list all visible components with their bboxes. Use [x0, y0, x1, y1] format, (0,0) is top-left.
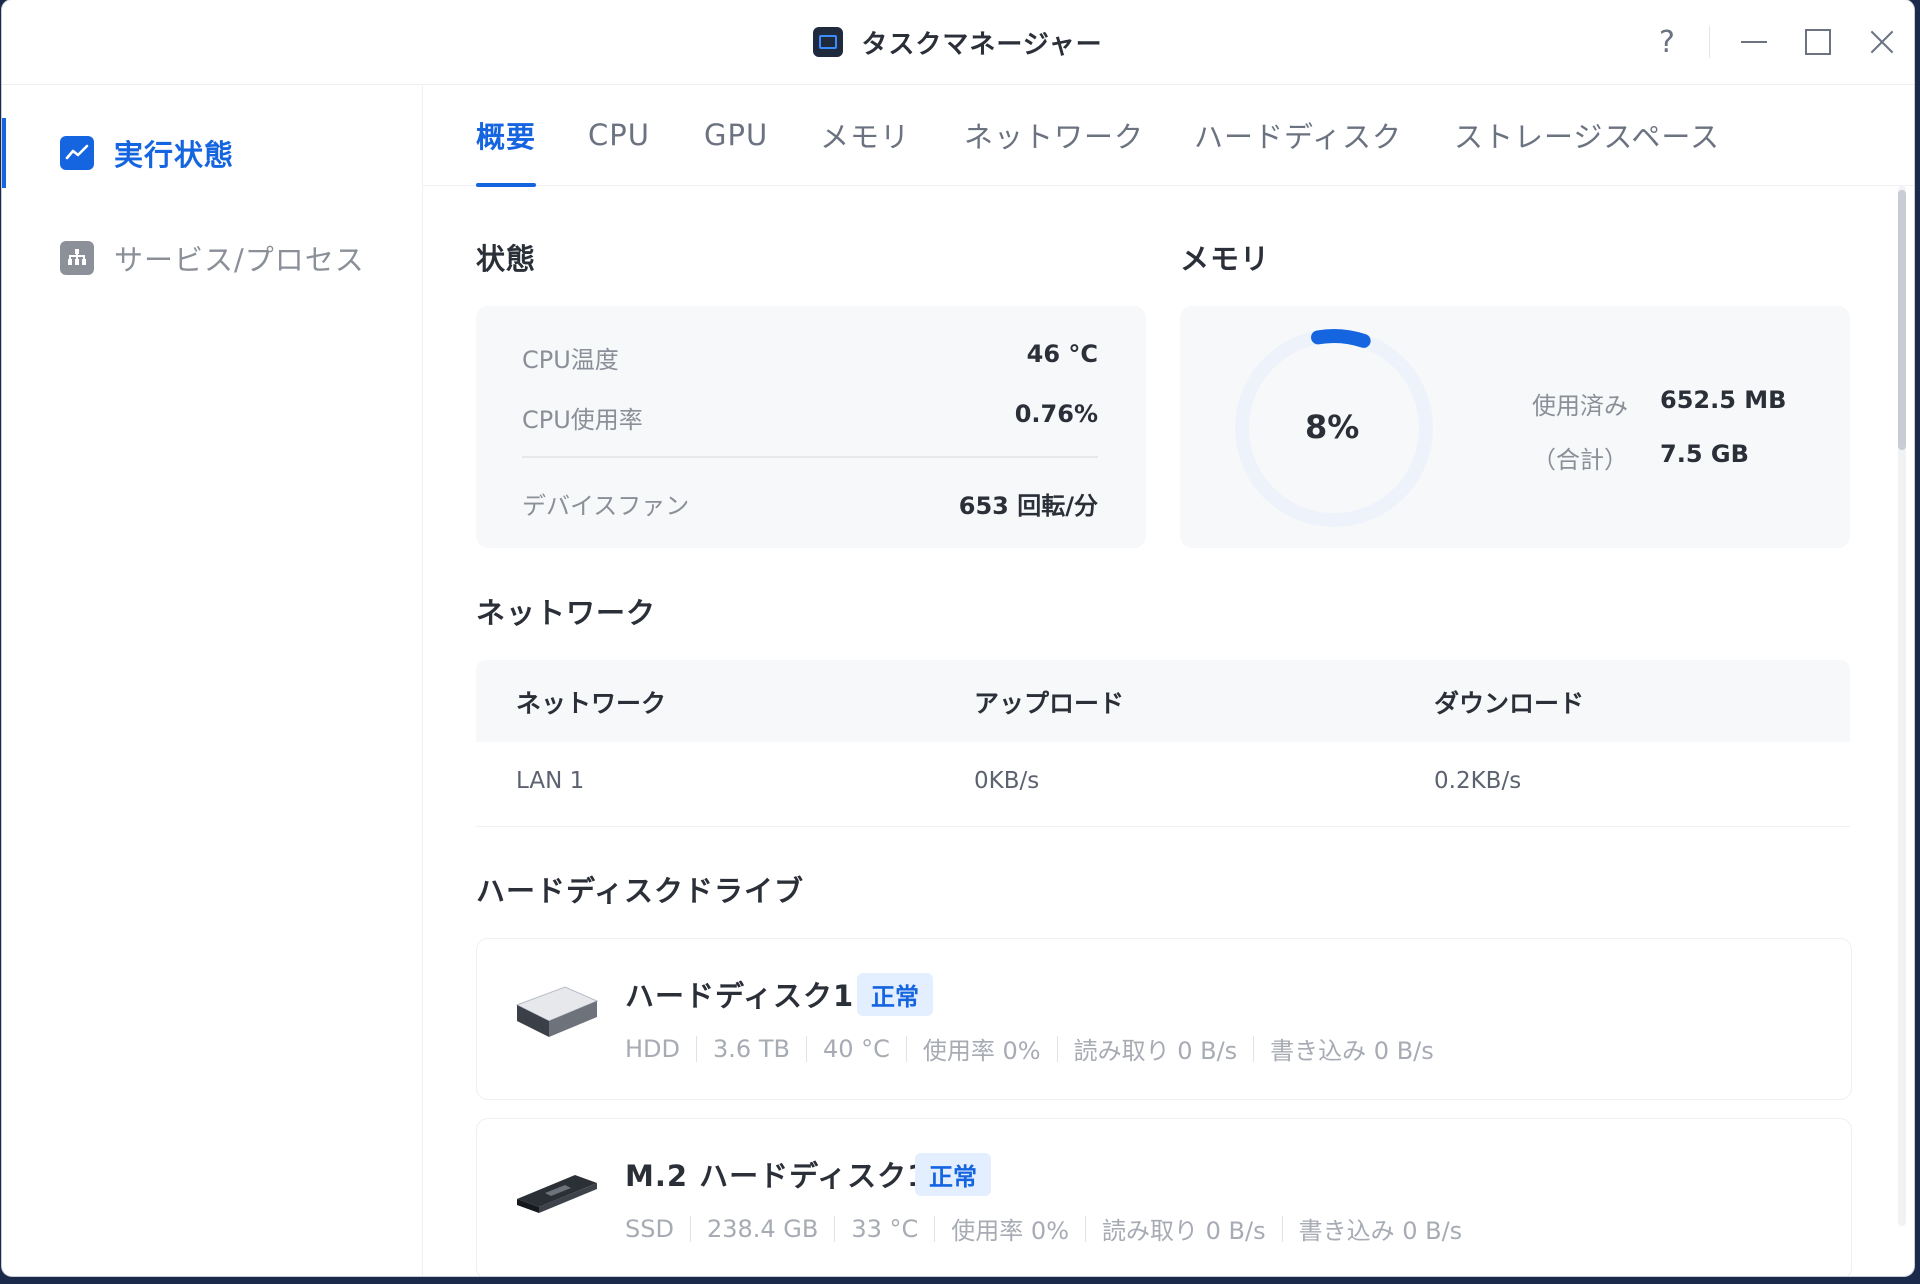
close-icon	[1870, 30, 1894, 54]
tab-memory[interactable]: メモリ	[820, 85, 910, 185]
download-column-header: ダウンロード	[1434, 689, 1585, 718]
cpu-usage-value: 0.76%	[1014, 400, 1098, 428]
disk-size: 238.4 GB	[706, 1214, 819, 1243]
window-controls: ?	[1635, 0, 1914, 84]
cpu-usage-label: CPU使用率	[522, 406, 643, 434]
disk-read: 読み取り 0 B/s	[1073, 1037, 1238, 1065]
disk-card-hdd[interactable]: ハードディスク1 正常 HDD 3.6 TB 40 °C 使用率 0% 読み取り…	[476, 938, 1852, 1100]
disk-usage: 使用率 0%	[922, 1037, 1041, 1065]
meta-separator	[934, 1215, 936, 1242]
sidebar-item-label: サービス/プロセス	[114, 243, 365, 277]
disk-type: HDD	[625, 1034, 681, 1063]
status-badge: 正常	[857, 973, 933, 1016]
ssd-icon	[517, 1175, 597, 1213]
memory-used-label: 使用済み	[1532, 392, 1628, 420]
meta-separator	[1253, 1035, 1255, 1062]
meta-separator	[689, 1215, 691, 1242]
disk-read: 読み取り 0 B/s	[1102, 1217, 1266, 1245]
meta-separator	[1056, 1035, 1058, 1062]
tab-storage-space[interactable]: ストレージスペース	[1454, 85, 1720, 185]
disk-temp: 33 °C	[851, 1214, 919, 1243]
memory-total-value: 7.5 GB	[1660, 440, 1749, 468]
sidebar-item-running-status[interactable]: 実行状態	[2, 118, 422, 188]
disk-temp: 40 °C	[822, 1034, 890, 1063]
upload-column-header: アップロード	[974, 689, 1125, 718]
tab-overview[interactable]: 概要	[476, 85, 537, 187]
disk-name: ハードディスク1	[625, 979, 855, 1013]
meta-separator	[696, 1035, 698, 1062]
status-divider	[522, 456, 1098, 458]
upload-speed-cell: 0KB/s	[974, 768, 1040, 794]
network-interface-cell: LAN 1	[516, 768, 585, 794]
network-column-header: ネットワーク	[516, 689, 667, 718]
tab-bar: 概要 CPU GPU メモリ ネットワーク ハードディスク ストレージスペース	[422, 85, 1914, 187]
network-section-title: ネットワーク	[476, 596, 657, 630]
tab-network[interactable]: ネットワーク	[964, 85, 1144, 185]
row-divider	[476, 826, 1850, 827]
meta-separator	[1281, 1215, 1283, 1242]
sidebar-item-label: 実行状態	[114, 138, 235, 172]
disk-card-ssd[interactable]: M.2 ハードディスク1 正常 SSD 238.4 GB 33 °C 使用率 0…	[476, 1118, 1852, 1276]
disk-size: 3.6 TB	[713, 1034, 790, 1063]
network-table-header: ネットワーク アップロード ダウンロード	[476, 660, 1850, 742]
maximize-button[interactable]	[1786, 0, 1850, 84]
memory-total-label: （合計）	[1532, 446, 1628, 474]
minimize-button[interactable]	[1722, 0, 1786, 84]
sidebar: 実行状態 サービス/プロセス	[2, 85, 423, 1276]
disk-write: 書き込み 0 B/s	[1298, 1217, 1463, 1245]
device-fan-value: 653 回転/分	[958, 492, 1098, 520]
close-button[interactable]	[1850, 0, 1914, 84]
cpu-temp-value: 46 °C	[1026, 340, 1098, 368]
cpu-temp-label: CPU温度	[522, 346, 619, 374]
tab-gpu[interactable]: GPU	[704, 85, 768, 185]
title-bar: タスクマネージャー ?	[2, 0, 1914, 85]
meta-separator	[1085, 1215, 1086, 1242]
task-manager-app-icon	[813, 27, 844, 57]
disk-meta: HDD 3.6 TB 40 °C 使用率 0% 読み取り 0 B/s 書き込み …	[625, 1031, 1434, 1066]
process-icon	[60, 241, 94, 275]
hard-disk-drive-section-title: ハードディスクドライブ	[476, 874, 804, 908]
disk-meta: SSD 238.4 GB 33 °C 使用率 0% 読み取り 0 B/s 書き込…	[625, 1211, 1462, 1246]
memory-section-title: メモリ	[1180, 242, 1271, 276]
window-title: タスクマネージャー	[861, 29, 1103, 60]
tab-cpu[interactable]: CPU	[588, 85, 650, 185]
status-card: CPU温度 46 °C CPU使用率 0.76% デバイスファン 653 回転/…	[476, 306, 1146, 548]
minimize-icon	[1741, 41, 1767, 43]
task-manager-window: タスクマネージャー ? 実行状態 サービス/プロセス 概要 CPU GPU メモ…	[2, 0, 1914, 1276]
device-fan-label: デバイスファン	[522, 492, 690, 520]
disk-usage: 使用率 0%	[951, 1217, 1069, 1245]
controls-divider	[1709, 26, 1710, 58]
memory-percent: 8%	[1305, 408, 1360, 446]
disk-type: SSD	[625, 1214, 674, 1243]
disk-write: 書き込み 0 B/s	[1270, 1037, 1434, 1065]
tab-hard-disk[interactable]: ハードディスク	[1194, 85, 1402, 185]
maximize-icon	[1805, 29, 1831, 55]
download-speed-cell: 0.2KB/s	[1434, 768, 1522, 794]
meta-separator	[834, 1215, 836, 1242]
memory-card: 8% 使用済み 652.5 MB （合計） 7.5 GB	[1180, 306, 1850, 548]
sidebar-item-services-processes[interactable]: サービス/プロセス	[2, 223, 422, 293]
meta-separator	[805, 1035, 807, 1062]
content-scrollbar-thumb[interactable]	[1898, 190, 1906, 450]
chart-line-icon	[60, 136, 94, 170]
status-badge: 正常	[915, 1153, 991, 1196]
disk-name: M.2 ハードディスク1	[625, 1159, 929, 1193]
meta-separator	[905, 1035, 907, 1062]
status-section-title: 状態	[476, 242, 537, 276]
help-button[interactable]: ?	[1635, 0, 1699, 84]
memory-used-value: 652.5 MB	[1660, 386, 1787, 414]
hdd-icon	[515, 986, 599, 1037]
overview-content: 状態 CPU温度 46 °C CPU使用率 0.76% デバイスファン 653 …	[422, 186, 1914, 1276]
app-title-area: タスクマネージャー	[2, 0, 1914, 84]
